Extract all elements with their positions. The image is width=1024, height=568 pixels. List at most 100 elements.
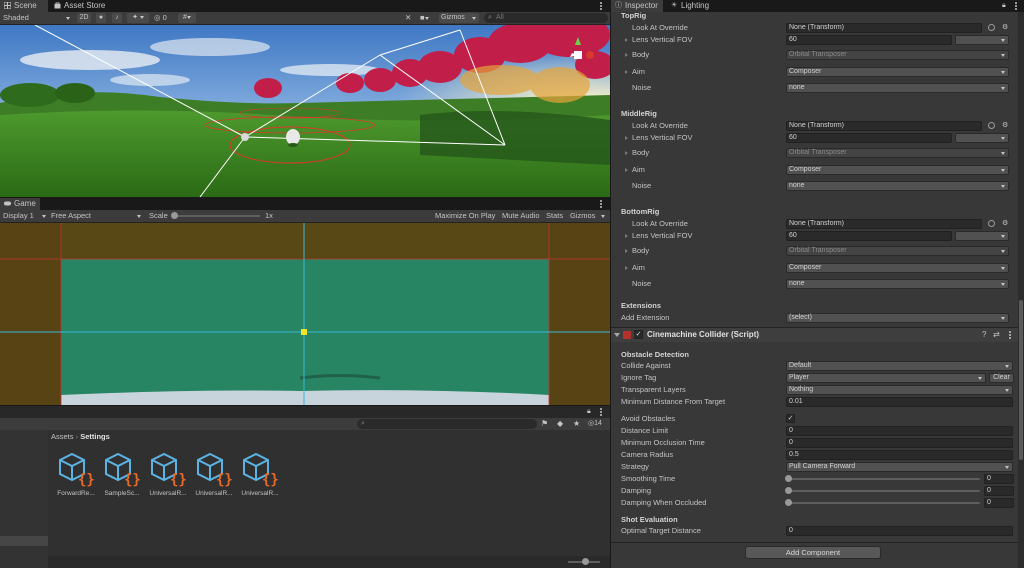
tab-inspector[interactable]: ⓘ Inspector [611,0,663,12]
toggle-2d-button[interactable]: 2D [77,13,91,23]
icon-size-slider-knob[interactable] [582,558,589,565]
tab-asset-store[interactable]: Asset Store [50,0,110,12]
transparent-layers-dropdown[interactable]: Nothing [786,385,1013,395]
collider-component-header[interactable]: ✓ Cinemachine Collider (Script) ? ⇄ [611,328,1018,342]
fold-arrow-icon[interactable] [625,38,628,42]
inspector-scrollbar[interactable] [1018,12,1024,568]
effects-dropdown-icon[interactable]: ✦ [127,13,149,23]
maximize-on-play-toggle[interactable]: Maximize On Play [435,211,499,221]
fold-arrow-icon[interactable] [625,266,628,270]
inspector-lock-icon[interactable]: 🔒︎ [1002,2,1006,10]
min-occlusion-field[interactable]: 0 [786,438,1013,448]
filter-type-icon[interactable]: ⚑ [541,419,548,428]
settings-gear-icon[interactable]: ⚙ [1002,23,1008,31]
scene-menu-icon[interactable] [600,2,602,10]
damping-field[interactable]: 0 [984,486,1014,496]
optimal-distance-field[interactable]: 0 [786,526,1013,536]
lighting-toggle-icon[interactable]: ● [96,13,106,23]
fold-arrow-icon[interactable] [625,70,628,74]
tab-scene[interactable]: Scene [0,0,48,12]
inspector-menu-icon[interactable] [1015,2,1017,10]
damping-occluded-slider[interactable] [788,502,980,504]
stats-toggle[interactable]: Stats [546,211,566,221]
smoothing-slider[interactable] [788,478,980,480]
clear-tag-button[interactable]: Clear [989,373,1014,383]
hidden-packages-toggle[interactable]: ◎14 [588,419,602,429]
object-picker-icon[interactable] [988,122,995,129]
project-asset-area[interactable]: Assets › Settings [48,430,610,568]
noise-dropdown[interactable]: none [786,181,1009,191]
mute-audio-toggle[interactable]: Mute Audio [502,211,544,221]
distance-limit-field[interactable]: 0 [786,426,1013,436]
aim-dropdown[interactable]: Composer [786,165,1009,175]
inspector-scrollbar-thumb[interactable] [1019,300,1023,460]
scale-slider-knob[interactable] [171,212,178,219]
game-gizmos-dropdown[interactable]: Gizmos [570,211,608,221]
folder-tree-selected[interactable] [0,536,48,546]
collapse-arrow-icon[interactable] [614,333,620,337]
fov-preset-dropdown[interactable] [955,231,1009,241]
project-folder-tree[interactable] [0,430,48,568]
fold-arrow-icon[interactable] [625,168,628,172]
tab-game[interactable]: Game [0,198,40,210]
project-menu-icon[interactable] [600,408,602,416]
body-dropdown[interactable]: Orbital Transposer [786,148,1009,158]
scene-search-input[interactable]: ⌕ All [484,13,608,23]
fov-preset-dropdown[interactable] [955,35,1009,45]
min-distance-field[interactable]: 0.01 [786,397,1013,407]
display-dropdown[interactable]: Display 1 [3,211,47,221]
preset-icon[interactable]: ⇄ [993,330,1000,339]
asset-item[interactable]: {} UniversalR... [146,452,190,497]
filter-label-icon[interactable]: ◆ [557,419,563,428]
fold-arrow-icon[interactable] [625,151,628,155]
body-dropdown[interactable]: Orbital Transposer [786,246,1009,256]
gizmos-dropdown[interactable]: Gizmos [439,13,479,23]
game-viewport[interactable] [0,223,610,405]
add-component-button[interactable]: Add Component [745,546,881,559]
tab-lighting[interactable]: ☀ Lighting [667,0,719,12]
fold-arrow-icon[interactable] [625,249,628,253]
avoid-obstacles-checkbox[interactable]: ✓ [786,414,795,423]
help-icon[interactable]: ? [982,330,986,339]
scale-slider[interactable] [172,215,260,217]
smoothing-field[interactable]: 0 [984,474,1014,484]
asset-item[interactable]: {} UniversalR... [238,452,282,497]
settings-gear-icon[interactable]: ⚙ [1002,219,1008,227]
camera-dropdown-icon[interactable]: ■ [420,13,436,23]
favorites-star-icon[interactable]: ★ [573,419,580,428]
fov-field[interactable]: 60 [786,133,952,143]
camera-radius-field[interactable]: 0.5 [786,450,1013,460]
fov-field[interactable]: 60 [786,231,952,241]
aspect-dropdown[interactable]: Free Aspect [51,211,145,221]
look-at-field[interactable]: None (Transform) [786,219,982,229]
component-enabled-checkbox[interactable]: ✓ [634,330,643,339]
damping-slider[interactable] [788,490,980,492]
settings-gear-icon[interactable]: ⚙ [1002,121,1008,129]
strategy-dropdown[interactable]: Pull Camera Forward [786,462,1013,472]
damping-slider-knob[interactable] [785,487,792,494]
asset-item[interactable]: {} SampleSc... [100,452,144,497]
fov-preset-dropdown[interactable] [955,133,1009,143]
fold-arrow-icon[interactable] [625,234,628,238]
hidden-objects-toggle[interactable]: ◎ 0 [154,13,174,23]
shading-dropdown[interactable]: Shaded [3,13,71,23]
look-at-field[interactable]: None (Transform) [786,23,982,33]
add-extension-dropdown[interactable]: (select) [786,313,1009,323]
object-picker-icon[interactable] [988,24,995,31]
ignore-tag-dropdown[interactable]: Player [786,373,986,383]
noise-dropdown[interactable]: none [786,279,1009,289]
look-at-field[interactable]: None (Transform) [786,121,982,131]
orientation-gizmo-icon[interactable] [566,35,600,75]
grid-toggle-icon[interactable]: # [178,13,196,23]
smoothing-slider-knob[interactable] [785,475,792,482]
game-menu-icon[interactable] [600,200,602,208]
damping-occluded-field[interactable]: 0 [984,498,1014,508]
breadcrumb-settings[interactable]: Settings [80,432,110,441]
asset-item[interactable]: {} UniversalR... [192,452,236,497]
aim-dropdown[interactable]: Composer [786,263,1009,273]
lock-icon[interactable]: 🔒︎ [587,408,591,416]
aim-dropdown[interactable]: Composer [786,67,1009,77]
body-dropdown[interactable]: Orbital Transposer [786,50,1009,60]
object-picker-icon[interactable] [988,220,995,227]
breadcrumb-assets[interactable]: Assets [51,432,74,441]
